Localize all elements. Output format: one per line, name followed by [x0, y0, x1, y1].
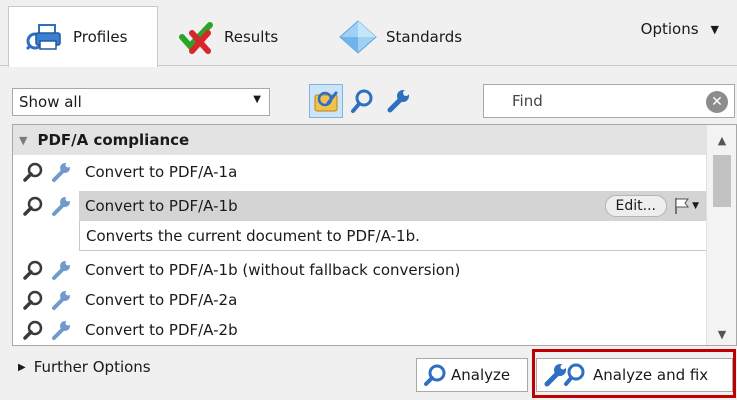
list-item-label: Convert to PDF/A-2b	[85, 321, 238, 339]
show-fixups-toggle[interactable]	[381, 84, 415, 118]
chevron-down-icon: ▼	[692, 201, 699, 211]
magnifier-icon	[351, 89, 373, 113]
results-check-cross-icon	[174, 19, 218, 55]
collapse-triangle-icon[interactable]: ▼	[19, 134, 27, 147]
list-scrollbar[interactable]: ▲ ▼	[706, 125, 736, 345]
magnifier-icon	[19, 288, 47, 312]
list-item[interactable]: Convert to PDF/A-1a	[13, 157, 707, 187]
magnifier-icon	[423, 363, 447, 387]
group-header-pdfa[interactable]: ▼ PDF/A compliance	[13, 125, 707, 155]
options-label: Options	[640, 20, 699, 38]
profile-toolbar: Show all ▼ Find ✕	[0, 66, 737, 124]
chevron-down-icon: ▼	[253, 94, 261, 105]
list-item[interactable]: Convert to PDF/A-2a	[13, 285, 707, 315]
analyze-label: Analyze	[451, 366, 511, 384]
list-item-label: Convert to PDF/A-1b	[85, 197, 238, 215]
selected-row-icons	[13, 191, 75, 221]
standards-diamond-icon	[336, 19, 380, 55]
description-text: Converts the current document to PDF/A-1…	[86, 226, 420, 245]
further-options-label: Further Options	[33, 358, 151, 376]
find-placeholder: Find	[512, 92, 543, 110]
clear-icon[interactable]: ✕	[706, 91, 728, 113]
tab-bar: Profiles Results Standards Options ▼	[0, 0, 737, 67]
tab-standards[interactable]: Standards	[322, 8, 502, 66]
magnifier-icon	[19, 194, 47, 218]
magnifier-icon	[19, 258, 47, 282]
filter-select[interactable]: Show all ▼	[12, 88, 270, 116]
find-input[interactable]: Find ✕	[483, 84, 735, 118]
expand-triangle-icon: ▶	[18, 361, 26, 373]
wrench-icon	[47, 288, 75, 312]
chevron-up-icon[interactable]: ▲	[707, 129, 736, 151]
further-options-toggle[interactable]: ▶ Further Options	[18, 358, 151, 376]
list-item-label: Convert to PDF/A-1a	[85, 163, 238, 181]
scrollbar-thumb[interactable]	[713, 155, 731, 207]
list-item-selected[interactable]: Convert to PDF/A-1b Edit... ▼	[79, 191, 707, 221]
show-checks-toggle[interactable]	[345, 84, 379, 118]
list-item-label: Convert to PDF/A-1b (without fallback co…	[85, 261, 461, 279]
profile-list: ▼ PDF/A compliance Convert to PDF/A-1a C…	[12, 124, 737, 346]
highlight-frame	[532, 349, 736, 398]
list-item[interactable]: Convert to PDF/A-2b	[13, 315, 707, 345]
list-item[interactable]: Convert to PDF/A-1b (without fallback co…	[13, 255, 707, 285]
group-title: PDF/A compliance	[37, 131, 190, 149]
show-profiles-toggle[interactable]	[309, 84, 343, 118]
filter-select-value: Show all	[19, 93, 82, 111]
options-menu[interactable]: Options ▼	[641, 20, 719, 38]
flag-icon	[675, 198, 690, 214]
wrench-icon	[47, 318, 75, 342]
tab-results-label: Results	[224, 28, 279, 46]
wrench-icon	[47, 194, 75, 218]
analyze-button[interactable]: Analyze	[416, 358, 528, 392]
flag-dropdown[interactable]: ▼	[674, 197, 699, 215]
edit-button[interactable]: Edit...	[604, 195, 667, 217]
selected-item-description: Converts the current document to PDF/A-1…	[79, 221, 707, 251]
tab-standards-label: Standards	[386, 28, 463, 46]
tab-results[interactable]: Results	[160, 8, 320, 66]
chevron-down-icon[interactable]: ▼	[707, 323, 736, 345]
profiles-printer-icon	[23, 19, 67, 55]
tab-profiles-label: Profiles	[73, 28, 128, 46]
list-item-label: Convert to PDF/A-2a	[85, 291, 238, 309]
tab-profiles[interactable]: Profiles	[8, 6, 158, 67]
profile-folder-icon	[314, 91, 338, 112]
wrench-icon	[47, 160, 75, 184]
magnifier-icon	[19, 160, 47, 184]
wrench-icon	[387, 90, 409, 113]
magnifier-icon	[19, 318, 47, 342]
wrench-icon	[47, 258, 75, 282]
chevron-down-icon: ▼	[710, 22, 719, 36]
